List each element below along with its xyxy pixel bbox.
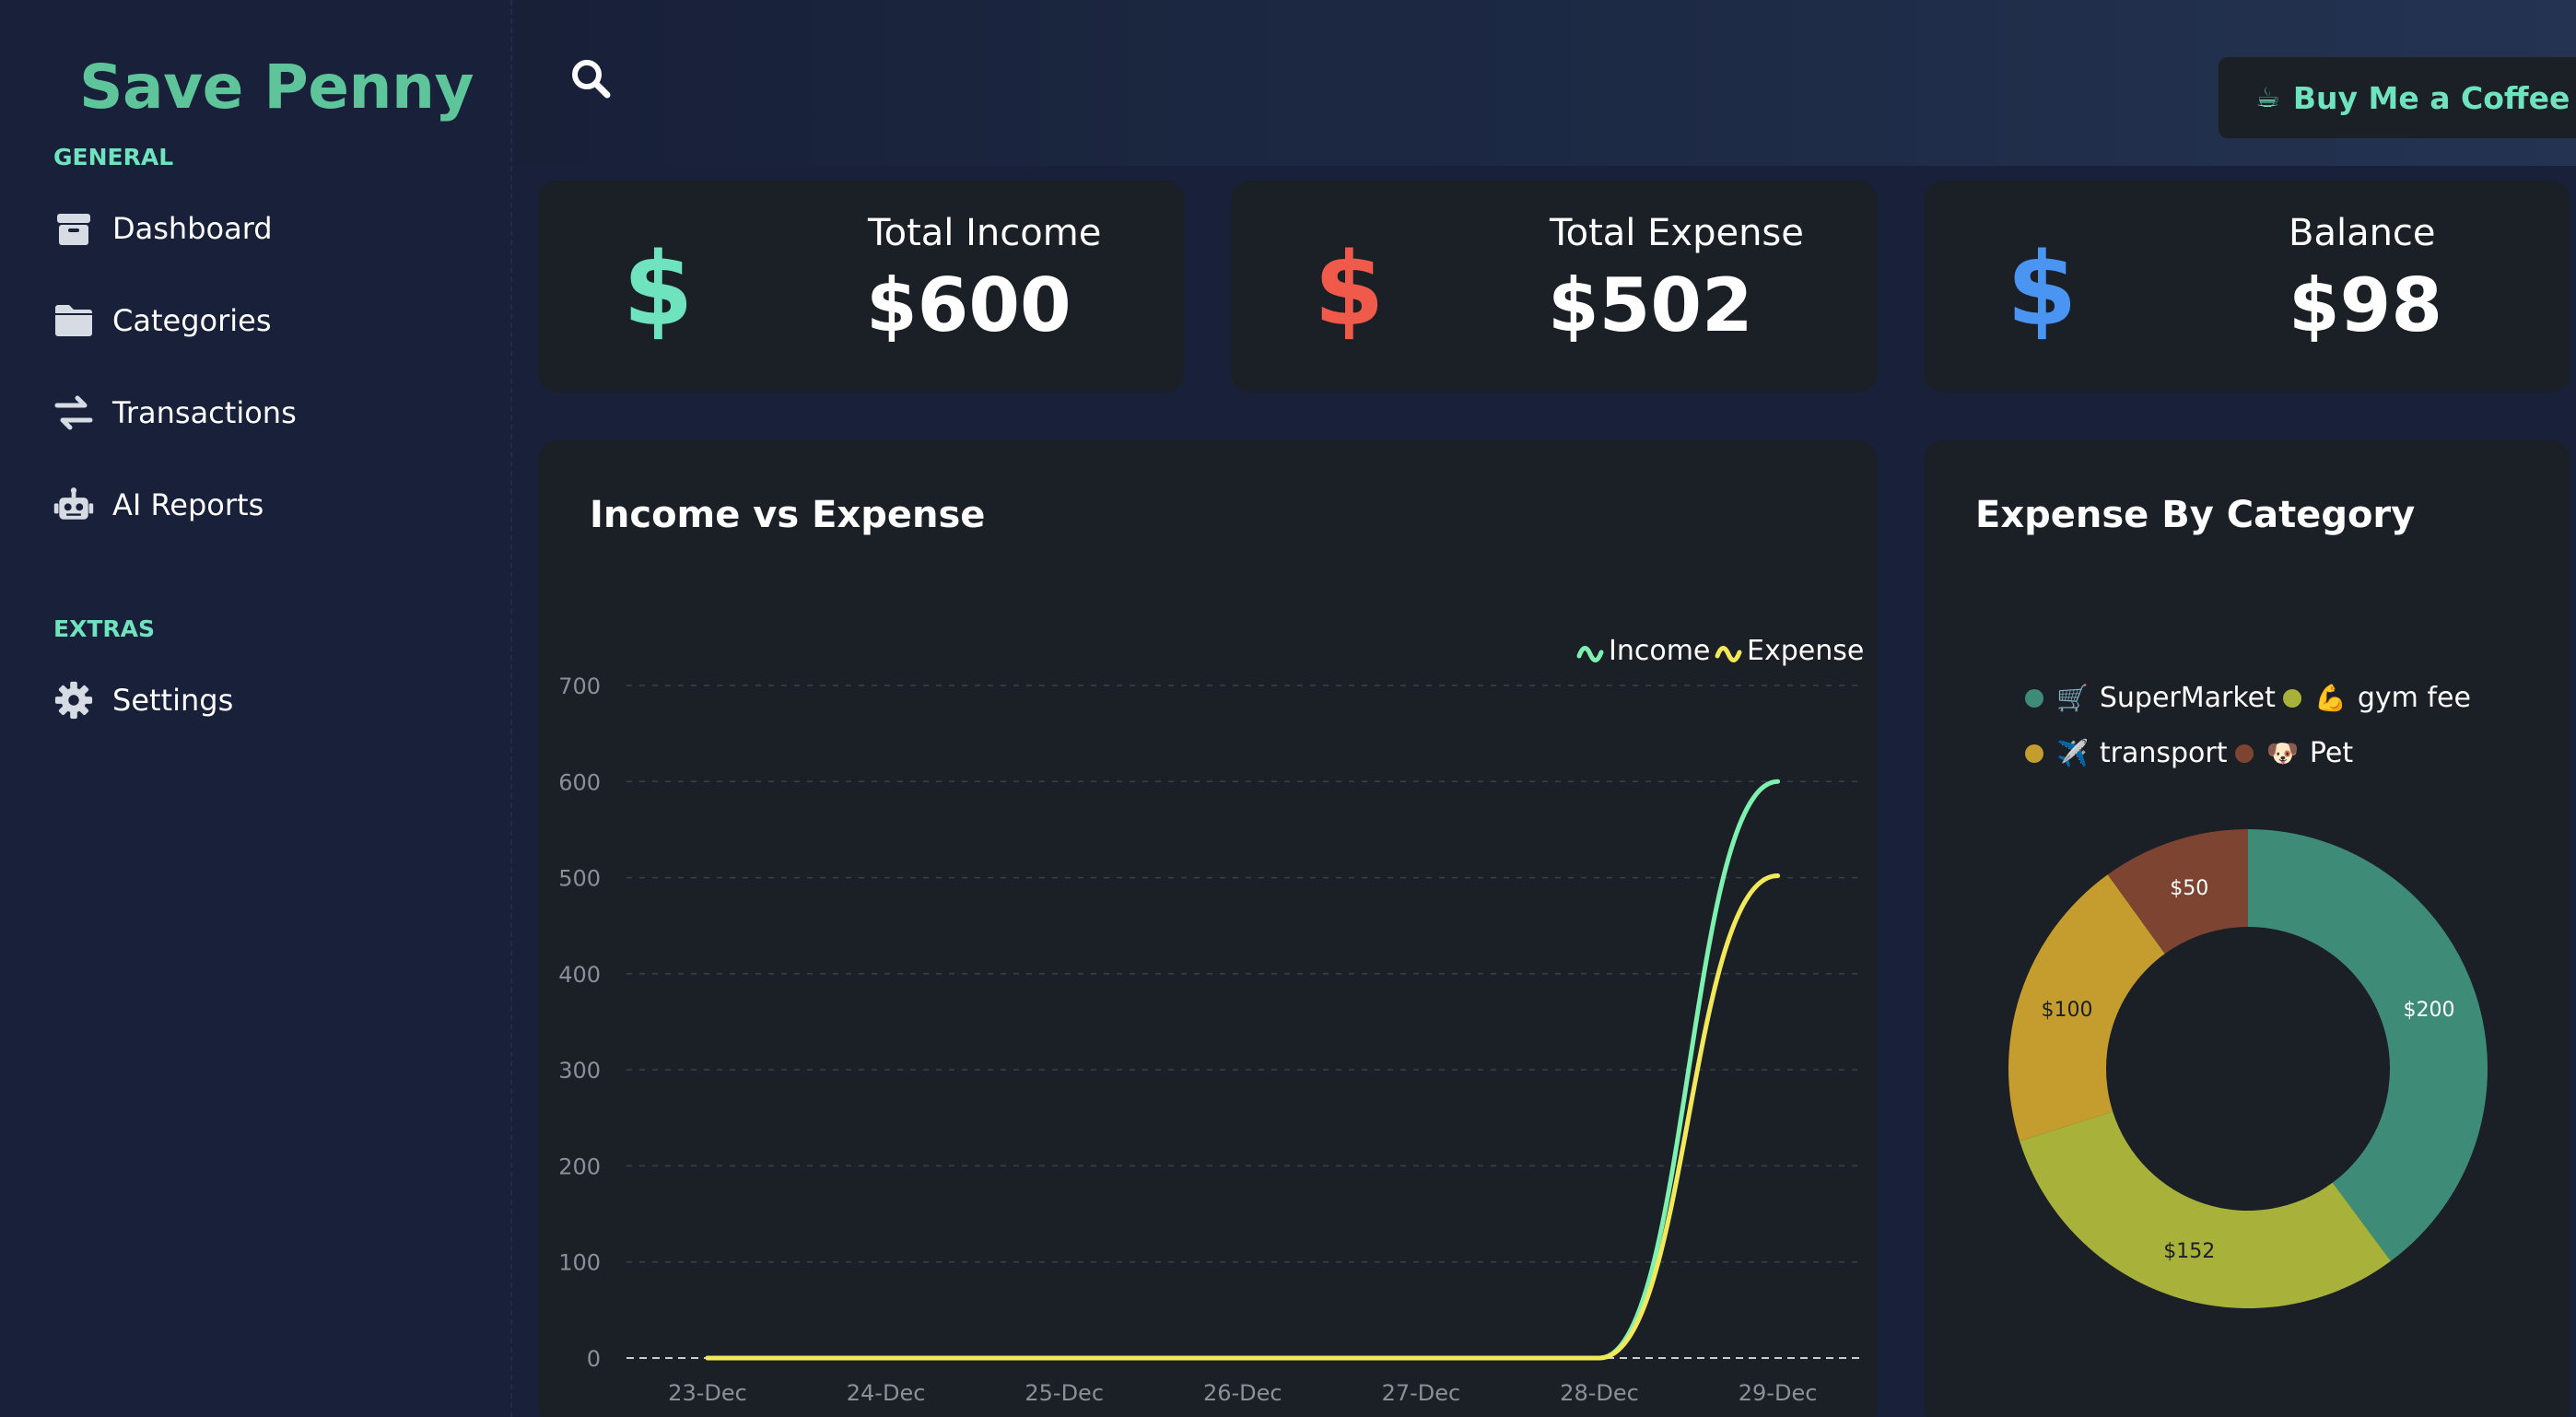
sidebar-item-transactions[interactable]: Transactions bbox=[53, 385, 297, 440]
legend-label: gym fee bbox=[2357, 682, 2471, 714]
y-tick-label: 400 bbox=[558, 962, 601, 988]
x-tick-label: 25-Dec bbox=[1025, 1380, 1104, 1406]
legend-item-supermarket[interactable]: 🛒 SuperMarket bbox=[2025, 682, 2276, 714]
robot-icon bbox=[53, 485, 94, 525]
buy-me-a-coffee-button[interactable]: ☕ Buy Me a Coffee bbox=[2219, 57, 2576, 138]
legend-label: SuperMarket bbox=[2099, 682, 2276, 714]
airplane-icon: ✈️ bbox=[2056, 738, 2089, 768]
section-label-extras: EXTRAS bbox=[53, 615, 156, 642]
dollar-icon: $ bbox=[623, 230, 694, 348]
x-tick-label: 23-Dec bbox=[668, 1380, 747, 1406]
slice-label: $152 bbox=[2163, 1240, 2215, 1263]
coffee-button-label: Buy Me a Coffee bbox=[2292, 79, 2570, 116]
legend-label: Expense bbox=[1747, 635, 1864, 667]
x-tick-label: 28-Dec bbox=[1560, 1380, 1639, 1406]
stat-value: $502 bbox=[1548, 263, 1753, 348]
legend-label: transport bbox=[2099, 737, 2228, 769]
legend-swatch bbox=[2025, 688, 2043, 708]
y-tick-label: 300 bbox=[558, 1058, 601, 1083]
muscle-icon: 💪 bbox=[2314, 683, 2347, 713]
x-tick-label: 27-Dec bbox=[1382, 1380, 1461, 1406]
legend-item-pet[interactable]: 🐶 Pet bbox=[2235, 737, 2353, 769]
x-tick-label: 26-Dec bbox=[1203, 1380, 1282, 1406]
sidebar-item-dashboard[interactable]: Dashboard bbox=[53, 201, 273, 256]
sidebar-item-ai-reports[interactable]: AI Reports bbox=[53, 477, 263, 533]
section-label-general: GENERAL bbox=[53, 144, 174, 170]
folder-icon bbox=[53, 300, 94, 341]
search-icon bbox=[569, 60, 612, 103]
sidebar-item-label: Transactions bbox=[112, 395, 297, 430]
income-expense-chart: 0 100 200 300 400 500 600 700 23-Dec 24-Dec 25-Dec… bbox=[558, 635, 1865, 1406]
legend-label: Income bbox=[1609, 635, 1710, 667]
slice-label: $100 bbox=[2041, 999, 2092, 1022]
sidebar-item-label: Categories bbox=[112, 303, 272, 338]
legend-label: Pet bbox=[2309, 737, 2354, 769]
coffee-icon: ☕ bbox=[2255, 81, 2280, 114]
x-tick-label: 29-Dec bbox=[1739, 1380, 1818, 1406]
series-line-expense bbox=[705, 872, 1781, 1361]
dollar-icon: $ bbox=[1314, 230, 1385, 348]
sidebar-item-settings[interactable]: Settings bbox=[53, 673, 233, 728]
legend-item-transport[interactable]: ✈️ transport bbox=[2025, 737, 2228, 769]
y-tick-label: 600 bbox=[558, 769, 601, 795]
x-tick-label: 24-Dec bbox=[847, 1380, 926, 1406]
legend-line-icon bbox=[1576, 646, 1604, 662]
legend-line-icon bbox=[1715, 646, 1742, 662]
sidebar-item-label: Settings bbox=[112, 683, 234, 718]
legend-swatch bbox=[2235, 744, 2254, 763]
donut-slice-gym-fee bbox=[2020, 1111, 2391, 1308]
sidebar-item-categories[interactable]: Categories bbox=[53, 293, 271, 348]
panel-title: Expense By Category bbox=[1975, 494, 2416, 536]
sidebar: Save Penny GENERAL Dashboard Categories … bbox=[0, 0, 512, 1417]
legend-swatch bbox=[2283, 688, 2301, 708]
stat-title: Balance bbox=[2289, 212, 2436, 254]
dollar-icon: $ bbox=[2007, 230, 2078, 348]
panel-title: Income vs Expense bbox=[590, 494, 986, 536]
y-tick-label: 700 bbox=[558, 673, 601, 699]
search-button[interactable] bbox=[569, 57, 615, 103]
slice-label: $200 bbox=[2404, 999, 2455, 1022]
legend-swatch bbox=[2025, 744, 2043, 763]
stat-value: $98 bbox=[2289, 263, 2442, 348]
series-line-income bbox=[705, 779, 1781, 1361]
stat-value: $600 bbox=[866, 263, 1071, 348]
slice-label: $50 bbox=[2170, 877, 2208, 900]
sidebar-item-label: Dashboard bbox=[112, 211, 273, 246]
cart-icon: 🛒 bbox=[2056, 683, 2089, 713]
y-tick-label: 500 bbox=[558, 866, 601, 892]
arrows-exchange-icon bbox=[53, 392, 94, 433]
topbar: ☕ Buy Me a Coffee bbox=[514, 0, 2576, 166]
y-tick-label: 200 bbox=[558, 1154, 601, 1179]
app-logo[interactable]: Save Penny bbox=[79, 52, 474, 123]
expense-category-donut: $200 $152 $100 $50 bbox=[2008, 829, 2488, 1308]
stat-title: Total Income bbox=[868, 212, 1102, 254]
gear-icon bbox=[53, 680, 94, 720]
legend-item-gym-fee[interactable]: 💪 gym fee bbox=[2283, 682, 2471, 714]
stat-title: Total Expense bbox=[1550, 212, 1804, 254]
donut-slice-supermarket bbox=[2248, 829, 2488, 1261]
y-tick-label: 0 bbox=[587, 1346, 601, 1372]
sidebar-item-label: AI Reports bbox=[112, 487, 264, 522]
box-icon bbox=[53, 208, 94, 249]
y-tick-label: 100 bbox=[558, 1250, 601, 1276]
dog-icon: 🐶 bbox=[2266, 738, 2299, 768]
